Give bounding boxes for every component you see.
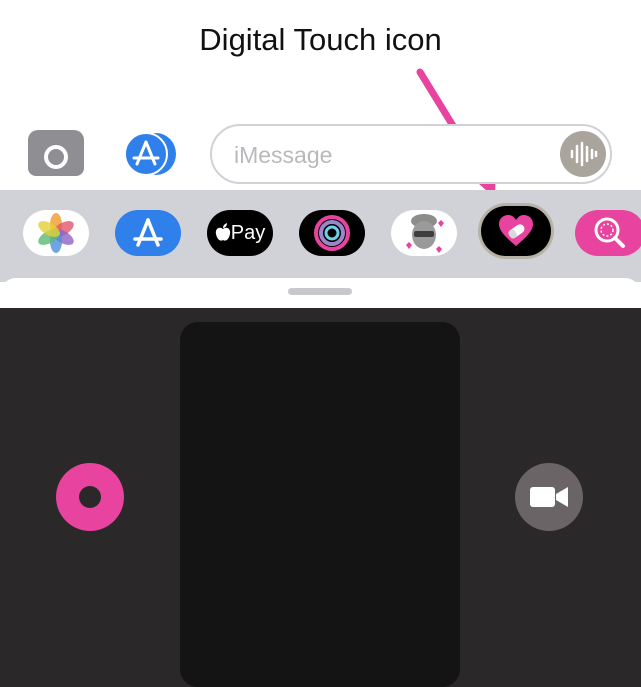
app-store-drawer-button[interactable] — [115, 210, 181, 256]
video-camera-icon — [530, 487, 568, 507]
memoji-icon — [406, 214, 444, 253]
drawer-handle[interactable] — [288, 288, 352, 295]
app-photos-button[interactable] — [23, 210, 89, 256]
drawer-header — [0, 278, 641, 308]
activity-rings-icon — [314, 215, 350, 251]
video-button[interactable] — [515, 463, 583, 531]
apple-logo-icon — [215, 223, 230, 241]
app-drawer-strip: Pay — [0, 190, 641, 282]
message-placeholder: iMessage — [234, 142, 333, 168]
heart-icon — [499, 215, 533, 246]
voice-message-button[interactable] — [560, 131, 606, 177]
message-input[interactable]: iMessage — [210, 124, 612, 184]
color-picker-center — [79, 486, 101, 508]
color-picker-button[interactable] — [56, 463, 124, 531]
apple-pay-label: Pay — [230, 221, 266, 244]
photos-icon — [38, 213, 74, 253]
globe-search-icon — [594, 217, 625, 248]
waveform-icon — [570, 141, 598, 167]
app-digital-touch-button[interactable] — [481, 206, 551, 256]
app-activity-button[interactable] — [299, 210, 365, 256]
app-store-icon — [133, 218, 163, 247]
digital-touch-canvas[interactable] — [180, 322, 460, 687]
app-store-icon — [124, 132, 176, 176]
camera-button[interactable] — [28, 130, 84, 176]
app-memoji-button[interactable] — [391, 210, 457, 256]
digital-touch-panel — [0, 308, 641, 687]
app-apple-pay-button[interactable]: Pay — [207, 210, 273, 256]
app-store-button[interactable] — [120, 132, 178, 176]
annotation-title: Digital Touch icon — [199, 22, 442, 57]
app-images-search-button[interactable] — [575, 210, 641, 256]
camera-icon — [28, 132, 84, 176]
